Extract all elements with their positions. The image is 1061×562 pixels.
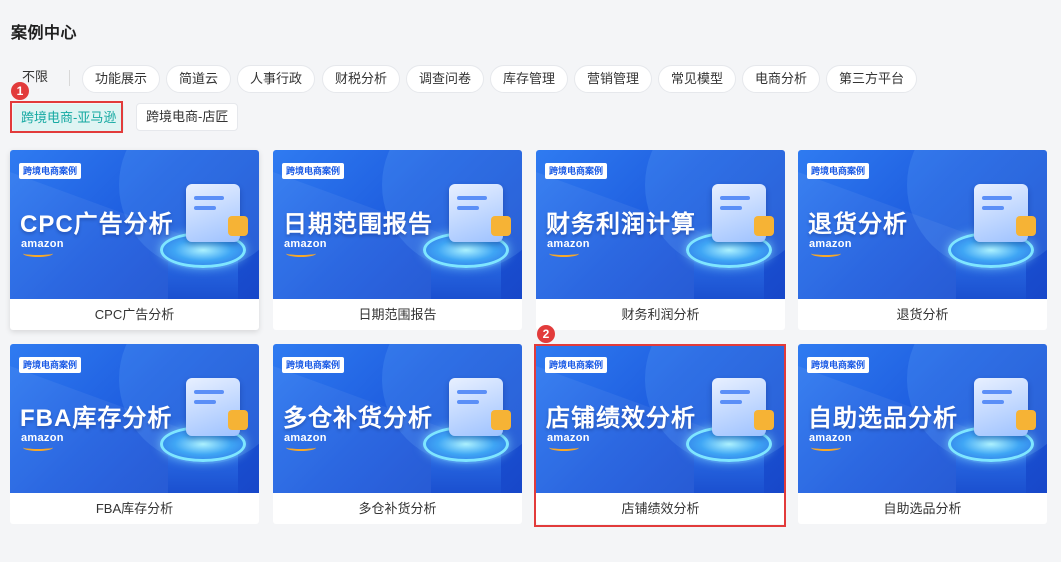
page-title: 案例中心 <box>11 25 78 42</box>
case-caption: CPC广告分析 <box>94 307 175 322</box>
amazon-logo: amazon <box>809 432 852 451</box>
filter-tag-ecommerce[interactable]: 电商分析 <box>742 65 821 93</box>
case-card-returns[interactable]: 跨境电商案例 退货分析 amazon 退货分析 <box>798 150 1047 330</box>
annotation-badge-1: 1 <box>11 82 29 100</box>
case-banner-title: 店铺绩效分析 <box>546 405 696 432</box>
case-thumbnail: 跨境电商案例 日期范围报告 amazon <box>273 150 522 299</box>
case-caption: 多仓补货分析 <box>358 501 437 516</box>
case-thumbnail: 跨境电商案例 退货分析 amazon <box>798 150 1047 299</box>
case-caption: 退货分析 <box>896 307 949 322</box>
calendar-icon <box>449 184 511 242</box>
case-thumbnail: 跨境电商案例 自助选品分析 amazon <box>798 344 1047 493</box>
filter-tag-inventory[interactable]: 库存管理 <box>490 65 569 93</box>
filter-tag-third-party[interactable]: 第三方平台 <box>826 65 918 93</box>
case-card-date-range[interactable]: 跨境电商案例 日期范围报告 amazon 日期范围报告 <box>273 150 522 330</box>
case-caption: FBA库存分析 <box>95 501 174 516</box>
amazon-logo: amazon <box>284 238 327 257</box>
case-banner-title: FBA库存分析 <box>20 405 173 432</box>
filter-tag-hr-admin[interactable]: 人事行政 <box>237 65 316 93</box>
amazon-logo: amazon <box>547 238 590 257</box>
case-thumbnail: 跨境电商案例 财务利润计算 amazon <box>536 150 785 299</box>
case-caption: 自助选品分析 <box>883 501 962 516</box>
case-tag: 跨境电商案例 <box>807 163 870 179</box>
amazon-logo: amazon <box>284 432 327 451</box>
calculator-icon <box>712 184 774 242</box>
illustration-icon <box>186 184 248 242</box>
filter-tag-jiandaoyun[interactable]: 简道云 <box>166 65 232 93</box>
case-banner-title: 日期范围报告 <box>283 211 433 238</box>
document-coins-icon <box>712 378 774 436</box>
case-banner-title: 退货分析 <box>808 211 908 238</box>
filter-tag-common-models[interactable]: 常见模型 <box>658 65 737 93</box>
amazon-logo: amazon <box>809 238 852 257</box>
case-thumbnail: 跨境电商案例 CPC广告分析 amazon <box>10 150 259 299</box>
phone-list-icon <box>974 378 1036 436</box>
amazon-logo: amazon <box>21 238 64 257</box>
case-banner-title: CPC广告分析 <box>20 211 174 238</box>
case-thumbnail: 跨境电商案例 店铺绩效分析 amazon <box>536 344 785 493</box>
case-tag: 跨境电商案例 <box>19 163 82 179</box>
filter-tag-marketing[interactable]: 营销管理 <box>574 65 653 93</box>
phone-icon <box>974 184 1036 242</box>
case-tag: 跨境电商案例 <box>19 357 82 373</box>
annotation-badge-2: 2 <box>537 325 555 343</box>
case-tag: 跨境电商案例 <box>282 357 345 373</box>
warehouse-icon <box>449 378 511 436</box>
case-caption: 店铺绩效分析 <box>621 501 700 516</box>
case-tag: 跨境电商案例 <box>545 163 608 179</box>
case-caption: 日期范围报告 <box>358 307 437 322</box>
case-banner-title: 财务利润计算 <box>546 211 696 238</box>
case-tag: 跨境电商案例 <box>807 357 870 373</box>
amazon-logo: amazon <box>547 432 590 451</box>
filter-tag-shoplazza[interactable]: 跨境电商-店匠 <box>136 103 239 131</box>
amazon-logo: amazon <box>21 432 64 451</box>
case-card-fba-inventory[interactable]: 跨境电商案例 FBA库存分析 amazon FBA库存分析 <box>10 344 259 524</box>
case-caption: 财务利润分析 <box>621 307 700 322</box>
case-card-cpc[interactable]: 跨境电商案例 CPC广告分析 amazon CPC广告分析 <box>10 150 259 330</box>
filter-tag-amazon[interactable]: 跨境电商-亚马逊 <box>13 104 125 132</box>
case-card-finance-profit[interactable]: 跨境电商案例 财务利润计算 amazon 财务利润分析 <box>536 150 785 330</box>
filter-tag-finance-tax[interactable]: 财税分析 <box>322 65 401 93</box>
case-thumbnail: 跨境电商案例 多仓补货分析 amazon <box>273 344 522 493</box>
case-card-product-selection[interactable]: 跨境电商案例 自助选品分析 amazon 自助选品分析 <box>798 344 1047 524</box>
case-banner-title: 多仓补货分析 <box>283 405 433 432</box>
chart-panel-icon <box>186 378 248 436</box>
filter-tag-feature-showcase[interactable]: 功能展示 <box>82 65 161 93</box>
case-card-store-performance[interactable]: 跨境电商案例 店铺绩效分析 amazon 店铺绩效分析 <box>536 344 785 524</box>
filter-tag-survey[interactable]: 调查问卷 <box>406 65 485 93</box>
case-thumbnail: 跨境电商案例 FBA库存分析 amazon <box>10 344 259 493</box>
case-banner-title: 自助选品分析 <box>808 405 958 432</box>
case-tag: 跨境电商案例 <box>282 163 345 179</box>
filter-divider <box>69 70 70 86</box>
case-tag: 跨境电商案例 <box>545 357 608 373</box>
case-card-multi-warehouse[interactable]: 跨境电商案例 多仓补货分析 amazon 多仓补货分析 <box>273 344 522 524</box>
